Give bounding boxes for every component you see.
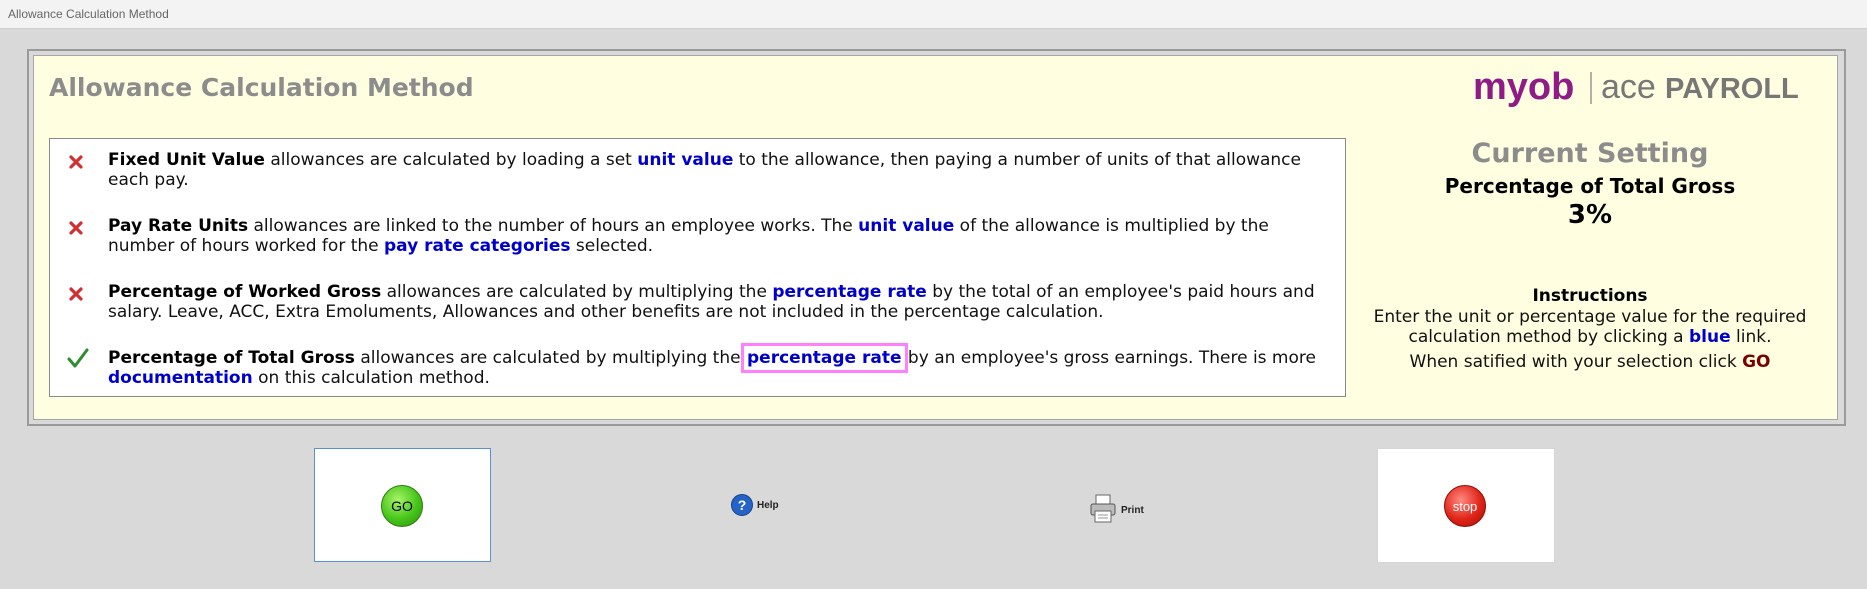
x-icon xyxy=(67,285,85,303)
instructions-title: Instructions xyxy=(1532,286,1648,306)
option-name: Percentage of Worked Gross xyxy=(108,282,382,302)
option-name: Pay Rate Units xyxy=(108,216,249,236)
percentage-rate-link[interactable]: percentage rate xyxy=(772,282,927,302)
option-description: Percentage of Worked Gross allowances ar… xyxy=(108,282,1328,322)
instructions-text: Enter the unit or percentage value for t… xyxy=(1360,307,1820,347)
help-icon: ? xyxy=(731,494,753,516)
option-description: Percentage of Total Gross allowances are… xyxy=(108,343,1328,388)
svg-text:PAYROLL: PAYROLL xyxy=(1665,73,1799,105)
option-text: on this calculation method. xyxy=(252,368,490,388)
option-name: Percentage of Total Gross xyxy=(108,348,355,368)
stop-circle-icon: stop xyxy=(1444,485,1486,527)
instructions-text-part: link. xyxy=(1730,327,1772,347)
stop-button-label: stop xyxy=(1452,498,1478,514)
go-word: GO xyxy=(1742,352,1771,372)
svg-text:ace: ace xyxy=(1601,68,1656,106)
unit-value-link[interactable]: unit value xyxy=(637,150,733,170)
go-button-label: GO xyxy=(391,498,413,514)
option-text: allowances are linked to the number of h… xyxy=(248,216,859,236)
instructions-text-part: When satified with your selection click xyxy=(1409,352,1743,372)
current-setting-method: Percentage of Total Gross xyxy=(1444,174,1736,198)
go-button[interactable]: GO xyxy=(314,448,491,562)
print-button-label: Print xyxy=(1121,505,1144,516)
option-text: selected. xyxy=(570,236,654,256)
unit-value-link[interactable]: unit value xyxy=(858,216,954,236)
help-button-label: Help xyxy=(757,499,779,511)
percentage-rate-link[interactable]: percentage rate xyxy=(741,343,908,373)
help-button[interactable]: ? Help xyxy=(731,494,779,516)
option-description: Pay Rate Units allowances are linked to … xyxy=(108,216,1328,256)
print-button[interactable]: Print xyxy=(1089,494,1144,527)
blue-link-word: blue xyxy=(1689,327,1731,347)
go-circle-icon: GO xyxy=(381,485,423,527)
option-text: by an employee's gross earnings. There i… xyxy=(902,348,1316,368)
x-icon xyxy=(67,219,85,237)
option-description: Fixed Unit Value allowances are calculat… xyxy=(108,150,1328,190)
current-setting-value: 3% xyxy=(1567,200,1613,230)
window-title: Allowance Calculation Method xyxy=(8,7,169,21)
printer-icon xyxy=(1089,494,1117,527)
stop-button[interactable]: stop xyxy=(1377,448,1555,563)
current-setting-title: Current Setting xyxy=(1471,138,1709,169)
page-title: Allowance Calculation Method xyxy=(49,73,474,102)
option-text: allowances are calculated by multiplying… xyxy=(354,348,746,368)
main-panel: Allowance Calculation Method myob ace PA… xyxy=(33,55,1838,420)
option-text: allowances are calculated by loading a s… xyxy=(264,150,638,170)
checkmark-icon xyxy=(67,347,89,369)
pay-rate-categories-link[interactable]: pay rate categories xyxy=(384,236,570,256)
window-titlebar: Allowance Calculation Method xyxy=(0,0,1867,29)
option-text: allowances are calculated by multiplying… xyxy=(381,282,773,302)
myob-ace-payroll-logo: myob ace PAYROLL xyxy=(1473,66,1823,110)
documentation-link[interactable]: documentation xyxy=(108,368,253,388)
option-name: Fixed Unit Value xyxy=(108,150,265,170)
x-icon xyxy=(67,153,85,171)
calculation-methods-list: Fixed Unit Value allowances are calculat… xyxy=(49,138,1346,397)
instructions-go-text: When satified with your selection click … xyxy=(1360,352,1820,372)
svg-text:myob: myob xyxy=(1473,66,1574,108)
